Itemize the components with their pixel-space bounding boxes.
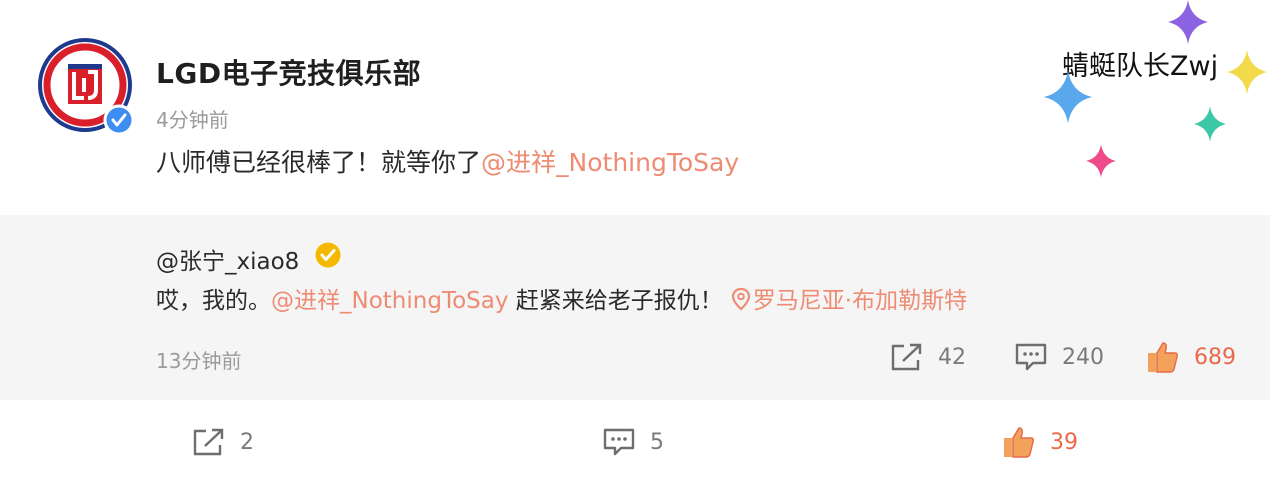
- repost-comment-count: 240: [1062, 344, 1104, 370]
- like-icon: [1148, 342, 1178, 373]
- repost-like-count: 689: [1194, 344, 1236, 370]
- repost-text-after: 赶紧来给老子报仇！: [508, 288, 723, 314]
- repost-card[interactable]: @张宁_xiao8 哎，我的。@进祥_NothingToSay 赶紧来给老子报仇…: [0, 215, 1270, 400]
- comment-icon: [603, 428, 635, 456]
- repost-like-button[interactable]: 689: [1146, 340, 1236, 374]
- post-action-bar: 2 5 39: [0, 400, 1270, 480]
- sparkle-icon: [1227, 50, 1267, 94]
- weibo-post: LGD电子竞技俱乐部 4分钟前 八师傅已经很棒了！就等你了@进祥_Nothing…: [0, 0, 1270, 215]
- repost-comment-button[interactable]: 240: [1014, 342, 1104, 372]
- comment-button[interactable]: 5: [602, 427, 664, 457]
- share-count: 2: [240, 429, 254, 455]
- like-count: 39: [1050, 429, 1078, 455]
- post-time: 4分钟前: [156, 108, 229, 132]
- share-icon: [891, 343, 922, 371]
- comment-count: 5: [650, 429, 664, 455]
- repost-share-count: 42: [938, 344, 966, 370]
- verified-icon: [103, 104, 135, 136]
- repost-content: 哎，我的。@进祥_NothingToSay 赶紧来给老子报仇！ 罗马尼亚·布加勒…: [156, 281, 967, 317]
- post-text: 八师傅已经很棒了！就等你了: [156, 148, 482, 177]
- share-button[interactable]: 2: [192, 427, 254, 457]
- location-icon[interactable]: [731, 287, 751, 317]
- repost-time: 13分钟前: [156, 349, 242, 373]
- repost-mention-link[interactable]: @进祥_NothingToSay: [271, 288, 508, 314]
- sparkle-icon: [1044, 70, 1092, 124]
- like-button[interactable]: 39: [1002, 425, 1078, 459]
- repost-text: 哎，我的。: [156, 288, 271, 314]
- gold-verified-icon: [314, 241, 342, 269]
- sparkle-icon: [1086, 144, 1116, 178]
- comment-icon: [1015, 343, 1047, 371]
- location-link[interactable]: 罗马尼亚·布加勒斯特: [753, 288, 967, 314]
- sparkle-icon: [1168, 0, 1208, 44]
- post-author[interactable]: LGD电子竞技俱乐部: [156, 52, 421, 92]
- sparkle-icon: [1194, 106, 1226, 142]
- repost-share-button[interactable]: 42: [890, 342, 966, 372]
- like-icon: [1004, 427, 1034, 458]
- post-content: 八师傅已经很棒了！就等你了@进祥_NothingToSay: [156, 143, 739, 179]
- repost-author[interactable]: @张宁_xiao8: [156, 242, 299, 276]
- post-mention-link[interactable]: @进祥_NothingToSay: [481, 148, 739, 177]
- share-icon: [193, 428, 224, 456]
